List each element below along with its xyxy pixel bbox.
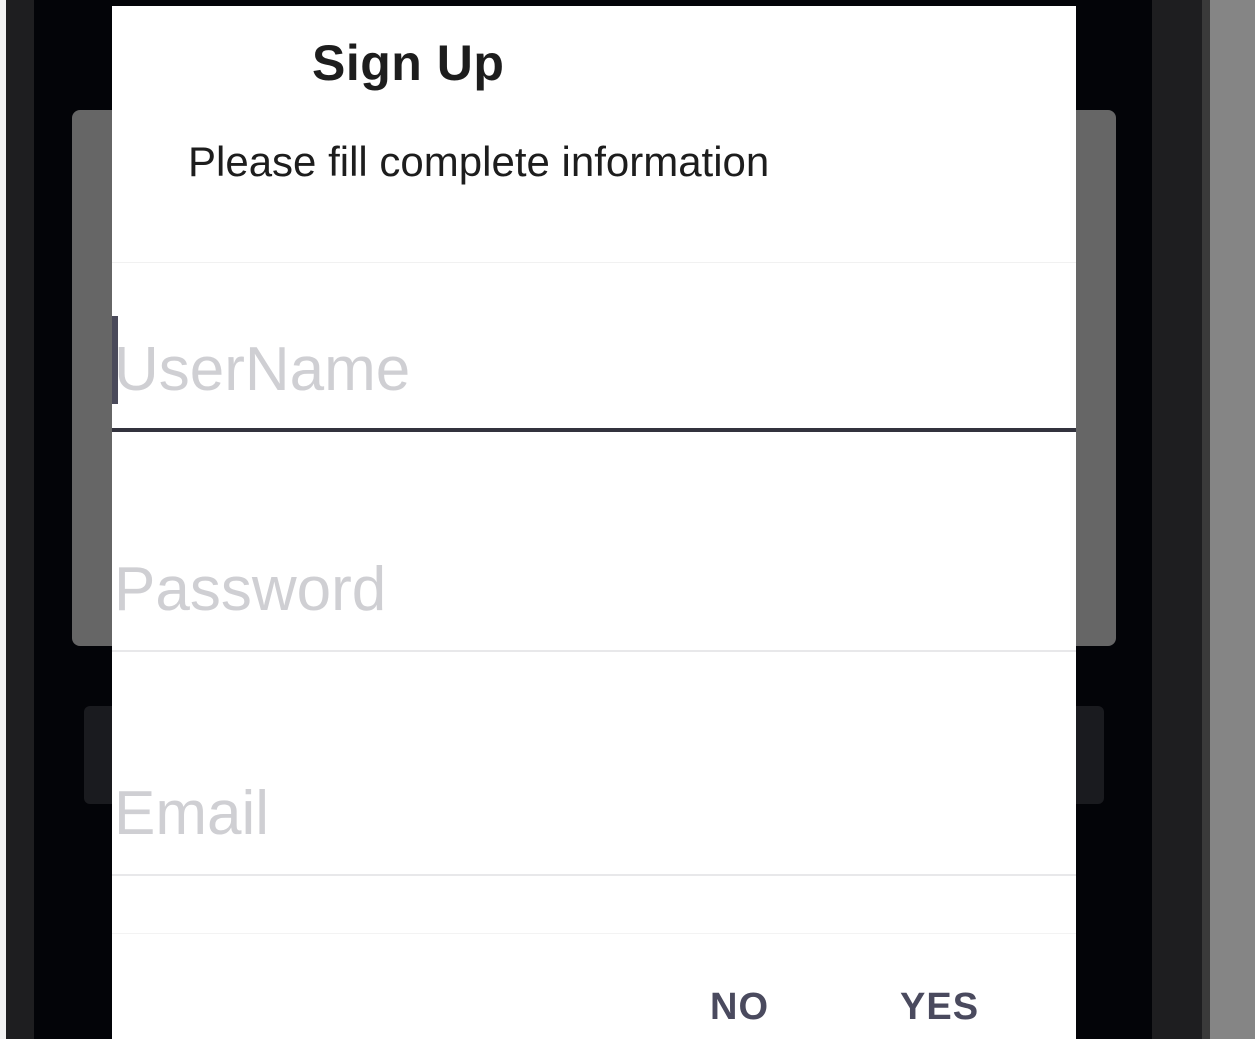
username-field[interactable]: [112, 306, 1076, 432]
background-sidebar: [1210, 0, 1255, 1039]
background-panel-right: [1152, 0, 1202, 1039]
divider: [112, 933, 1076, 934]
password-underline: [112, 650, 1076, 652]
dialog-title: Sign Up: [312, 35, 505, 91]
email-underline: [112, 874, 1076, 876]
background-panel-left: [6, 0, 34, 1039]
password-input[interactable]: [112, 526, 1076, 652]
screen-edge-right: [1202, 0, 1210, 1039]
email-input[interactable]: [112, 750, 1076, 876]
signup-dialog: Sign Up Please fill complete information…: [112, 6, 1076, 1039]
no-button[interactable]: NO: [710, 986, 769, 1029]
dialog-message: Please fill complete information: [188, 138, 770, 185]
app-screen: Sign Up Please fill complete information…: [0, 0, 1255, 1039]
email-field[interactable]: [112, 750, 1076, 876]
divider: [112, 262, 1076, 263]
username-input[interactable]: [112, 306, 1076, 432]
yes-button[interactable]: YES: [900, 986, 979, 1029]
username-underline: [112, 428, 1076, 432]
password-field[interactable]: [112, 526, 1076, 652]
